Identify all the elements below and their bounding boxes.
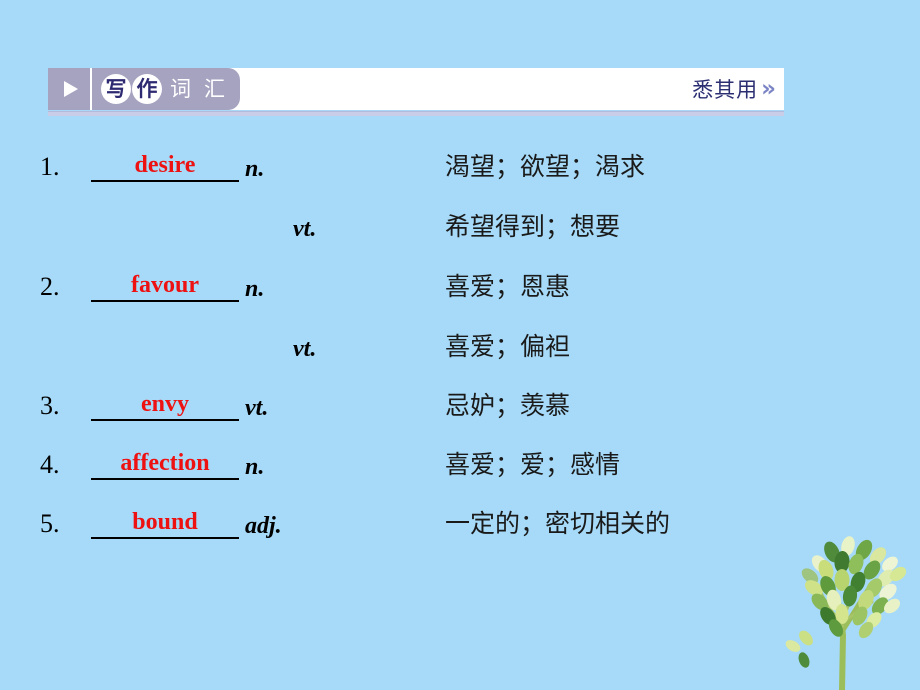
meaning-text: 喜爱；爱；感情 [445,450,621,479]
item-number: 2. [40,272,60,301]
part-of-speech: adj. [245,513,282,539]
header-badge: 写 作 词 汇 [48,68,240,110]
part-of-speech: vt. [293,216,317,242]
answer-blank[interactable]: favour [91,273,239,302]
item-number: 3. [40,391,60,420]
badge-plain-char-1: 词 [170,76,191,101]
badge-title: 写 作 词 汇 [92,74,230,104]
part-of-speech: vt. [293,336,317,362]
list-item: 3. envy vt. 忌妒；羡慕 [40,368,800,427]
header-divider [48,111,784,116]
answer-word: favour [131,272,199,298]
badge-circled-char-2: 作 [132,74,162,104]
vocabulary-list: 1. desire n. 渴望；欲望；渴求 vt. 希望得到；想要 2. fav… [40,128,800,545]
meaning-text: 希望得到；想要 [445,212,621,241]
list-item: 4. affection n. 喜爱；爱；感情 [40,427,800,486]
answer-word: desire [134,152,196,178]
item-number: 4. [40,450,60,479]
item-number: 1. [40,152,60,181]
badge-plain-char-2: 汇 [204,76,225,101]
list-item: 1. desire n. 渴望；欲望；渴求 [40,128,800,188]
meaning-text: 忌妒；羡慕 [445,391,571,420]
part-of-speech: n. [245,454,265,480]
list-item-sub: vt. 希望得到；想要 [40,188,800,248]
meaning-text: 喜爱；恩惠 [445,272,571,301]
answer-blank[interactable]: desire [91,153,239,182]
item-number: 5. [40,509,60,538]
list-item-sub: vt. 喜爱；偏袒 [40,308,800,368]
part-of-speech: vt. [245,395,269,421]
header-link[interactable]: 悉其用 » [692,68,776,110]
badge-circled-char-1: 写 [101,74,131,104]
answer-blank[interactable]: bound [91,510,239,539]
answer-word: envy [141,391,189,417]
answer-blank[interactable]: affection [91,451,239,480]
answer-word: bound [132,509,198,535]
list-item: 5. bound adj. 一定的；密切相关的 [40,486,800,545]
header-link-label: 悉其用 [692,78,759,102]
play-triangle-icon [48,68,92,110]
answer-blank[interactable]: envy [91,392,239,421]
section-header: 写 作 词 汇 悉其用 » [48,68,784,116]
part-of-speech: n. [245,156,265,182]
answer-word: affection [120,450,210,476]
list-item: 2. favour n. 喜爱；恩惠 [40,248,800,308]
meaning-text: 喜爱；偏袒 [445,332,571,361]
meaning-text: 一定的；密切相关的 [445,509,671,538]
part-of-speech: n. [245,276,265,302]
meaning-text: 渴望；欲望；渴求 [445,152,646,181]
double-chevron-right-icon: » [761,76,776,102]
leafy-tree-icon [785,536,907,690]
